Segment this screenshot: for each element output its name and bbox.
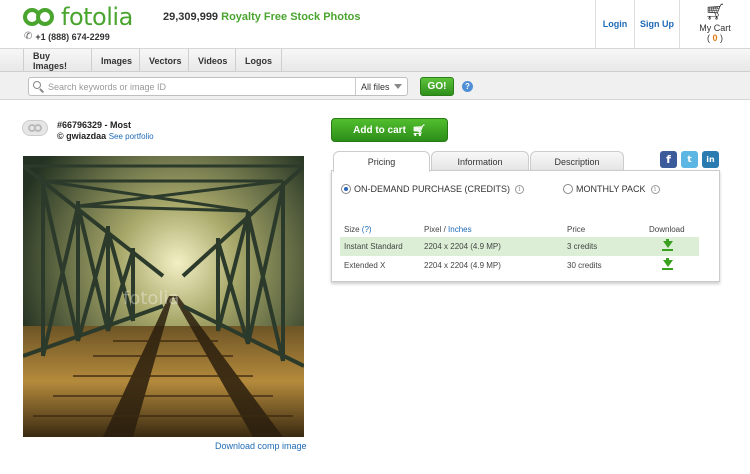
- nav-logos[interactable]: Logos: [236, 49, 282, 72]
- tagline-text: Royalty Free Stock Photos: [221, 11, 361, 23]
- copyright-symbol: ©: [57, 131, 64, 141]
- search-bar: All files GO! ?: [0, 72, 750, 100]
- add-to-cart-button[interactable]: Add to cart 🛒︎: [331, 118, 448, 142]
- tab-information[interactable]: Information: [431, 151, 529, 171]
- search-go-button[interactable]: GO!: [420, 77, 454, 96]
- download-icon[interactable]: [662, 239, 673, 252]
- account-links: Login Sign Up 🛒︎ My Cart ( 0 ): [595, 0, 750, 48]
- col-download: Download: [649, 224, 685, 234]
- download-comp-link[interactable]: Download comp image: [215, 441, 307, 451]
- credits-radio[interactable]: [341, 184, 351, 194]
- author-name[interactable]: gwiazdaa: [66, 131, 106, 141]
- see-portfolio-link[interactable]: See portfolio: [109, 132, 154, 141]
- phone-text: +1 (888) 674-2299: [35, 31, 110, 42]
- size-help-link[interactable]: (?): [362, 225, 372, 234]
- signup-link[interactable]: Sign Up: [634, 0, 679, 48]
- row-pixel: 2204 x 2204 (4.9 MP): [424, 242, 501, 251]
- fotolia-logo[interactable]: fotolia: [23, 5, 133, 29]
- cart-count: ( 0 ): [706, 33, 723, 43]
- nav-images[interactable]: Images: [92, 49, 140, 72]
- file-type-value: All files: [361, 81, 390, 92]
- tab-description[interactable]: Description: [530, 151, 624, 171]
- file-type-select[interactable]: All files: [355, 78, 407, 95]
- image-id-title: #66796329 - Most: [57, 120, 132, 130]
- info-icon[interactable]: i: [650, 184, 660, 194]
- option-credits[interactable]: ON-DEMAND PURCHASE (CREDITS) i: [341, 184, 525, 194]
- header-tagline: 29,309,999 Royalty Free Stock Photos: [163, 11, 361, 23]
- col-size: Size (?): [344, 224, 372, 234]
- logo-rings-icon: [23, 6, 57, 28]
- social-share: f t in: [660, 151, 723, 168]
- option-credits-label: ON-DEMAND PURCHASE (CREDITS): [354, 184, 511, 194]
- watermark-text: fotolia: [123, 288, 179, 309]
- facebook-icon[interactable]: f: [660, 151, 677, 168]
- search-input[interactable]: [48, 81, 348, 92]
- tab-pricing[interactable]: Pricing: [333, 151, 430, 172]
- logo-text: fotolia: [61, 3, 133, 31]
- detail-tabs: Pricing Information Description: [331, 151, 631, 172]
- add-to-cart-label: Add to cart: [353, 124, 406, 136]
- download-icon[interactable]: [662, 258, 673, 271]
- cart-count-number: 0: [712, 33, 718, 43]
- author-avatar: [22, 120, 48, 136]
- nav-videos[interactable]: Videos: [189, 49, 236, 72]
- col-price: Price: [567, 224, 586, 234]
- search-help-icon[interactable]: ?: [462, 81, 473, 92]
- main-nav: Buy Images! Images Vectors Videos Logos: [0, 48, 750, 72]
- phone-number: ✆ +1 (888) 674-2299: [24, 31, 110, 42]
- login-link[interactable]: Login: [595, 0, 634, 48]
- pricing-table: Size (?) Pixel / Inches Price Download I…: [340, 221, 699, 275]
- twitter-icon[interactable]: t: [681, 151, 698, 168]
- nav-buy-images[interactable]: Buy Images!: [24, 49, 92, 72]
- bridge-photo: fotolia: [23, 156, 304, 437]
- monthly-radio[interactable]: [563, 184, 573, 194]
- image-author: © gwiazdaa See portfolio: [57, 131, 154, 141]
- row-price: 30 credits: [567, 261, 602, 270]
- row-price: 3 credits: [567, 242, 598, 251]
- nav-vectors[interactable]: Vectors: [140, 49, 189, 72]
- option-monthly[interactable]: MONTHLY PACK i: [563, 184, 660, 194]
- cart-label: My Cart: [699, 23, 731, 33]
- table-header: Size (?) Pixel / Inches Price Download: [340, 221, 699, 237]
- row-pixel: 2204 x 2204 (4.9 MP): [424, 261, 501, 270]
- table-row[interactable]: Extended X 2204 x 2204 (4.9 MP) 30 credi…: [340, 256, 699, 275]
- search-box: All files: [28, 77, 408, 96]
- option-monthly-label: MONTHLY PACK: [576, 184, 646, 194]
- cart-icon: 🛒︎: [704, 4, 726, 21]
- table-row[interactable]: Instant Standard 2204 x 2204 (4.9 MP) 3 …: [340, 237, 699, 256]
- inches-toggle[interactable]: Inches: [448, 225, 472, 234]
- search-icon: [33, 80, 45, 93]
- chevron-down-icon: [393, 84, 402, 89]
- linkedin-icon[interactable]: in: [702, 151, 719, 168]
- my-cart-button[interactable]: 🛒︎ My Cart ( 0 ): [679, 0, 750, 48]
- pricing-panel: ON-DEMAND PURCHASE (CREDITS) i MONTHLY P…: [331, 170, 720, 282]
- row-size: Extended X: [344, 261, 386, 270]
- cart-icon: 🛒︎: [411, 124, 426, 137]
- row-size: Instant Standard: [344, 242, 403, 251]
- image-preview[interactable]: fotolia: [23, 156, 304, 437]
- col-pixel: Pixel / Inches: [424, 224, 472, 234]
- info-icon[interactable]: i: [515, 184, 525, 194]
- stock-count: 29,309,999: [163, 11, 219, 23]
- site-header: fotolia ✆ +1 (888) 674-2299 29,309,999 R…: [0, 0, 750, 48]
- phone-icon: ✆: [24, 31, 33, 42]
